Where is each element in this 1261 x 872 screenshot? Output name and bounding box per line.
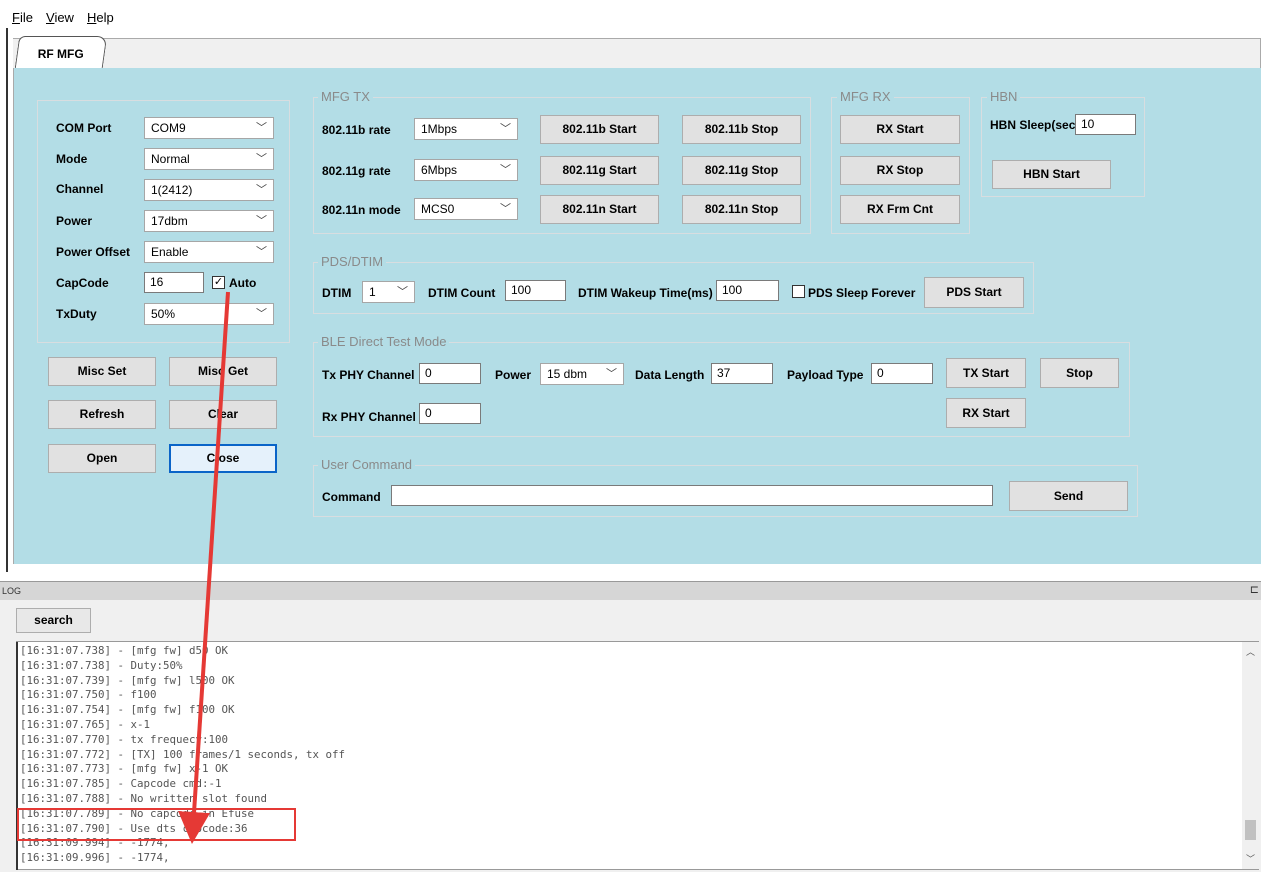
annotation-arrow-line — [178, 291, 230, 844]
annotation-arrow — [178, 291, 230, 844]
